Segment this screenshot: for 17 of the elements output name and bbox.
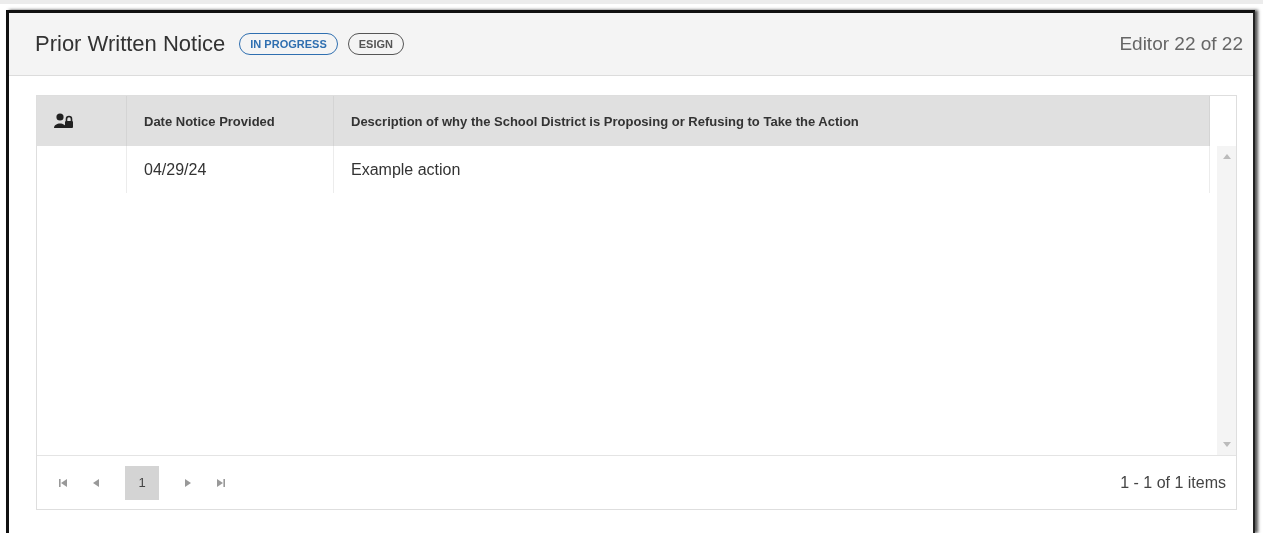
person-lock-icon xyxy=(54,113,74,129)
panel-title: Prior Written Notice xyxy=(35,31,226,57)
column-header[interactable]: Date Notice Provided xyxy=(127,96,334,146)
left-triangle-icon xyxy=(91,477,101,488)
editor-count: Editor 22 of 22 xyxy=(1119,33,1243,55)
pager-summary: 1 - 1 of 1 items xyxy=(1120,473,1226,492)
up-arrow-icon[interactable] xyxy=(1222,154,1231,159)
column-header[interactable]: Description of why the School District is Proposing or Refusing to Take the Action xyxy=(334,96,1210,146)
bar-right-triangle-icon xyxy=(215,477,225,488)
page-button[interactable]: 1 xyxy=(125,465,159,500)
column-header-icon[interactable] xyxy=(37,96,127,146)
table-cell: Example action xyxy=(334,146,1210,193)
right-triangle-icon xyxy=(183,477,193,488)
down-arrow-icon[interactable] xyxy=(1222,442,1231,447)
scrollbar[interactable] xyxy=(1217,146,1236,455)
table-cell: 04/29/24 xyxy=(127,146,334,193)
bar-left-triangle-icon xyxy=(59,477,69,488)
